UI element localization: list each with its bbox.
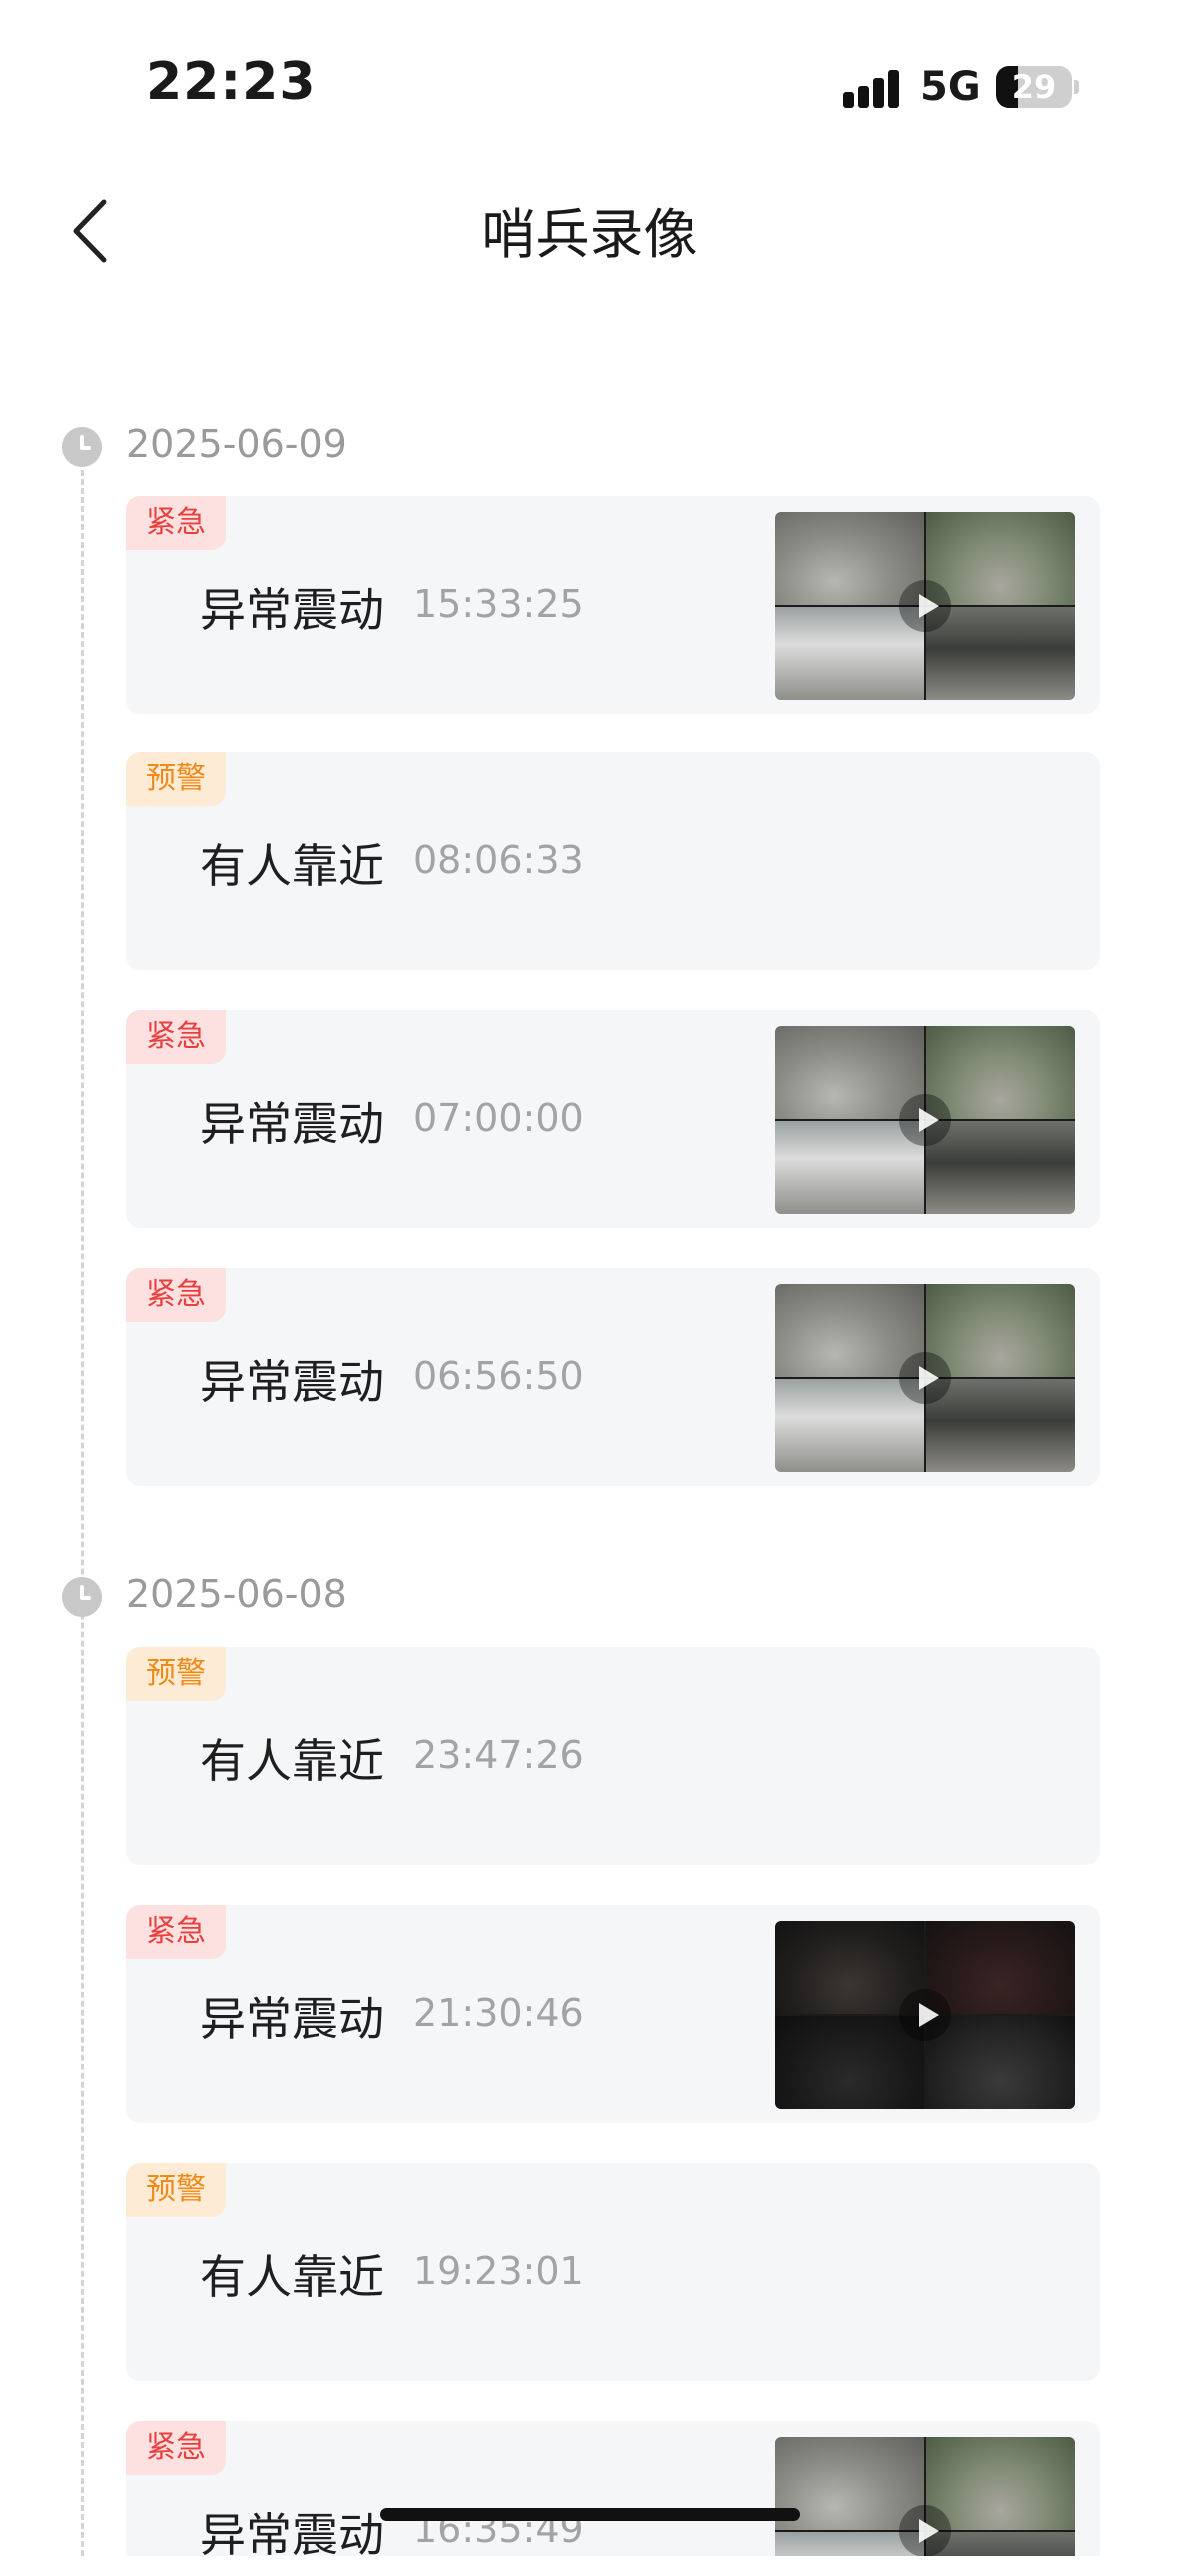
event-time: 19:23:01: [413, 2249, 584, 2293]
record-card[interactable]: 紧急 异常震动 15:33:25: [126, 496, 1100, 714]
home-indicator[interactable]: [380, 2508, 800, 2521]
urgent-tag: 紧急: [126, 1905, 226, 1959]
video-thumbnail[interactable]: [775, 1284, 1075, 1472]
record-card[interactable]: 预警 有人靠近 23:47:26: [126, 1647, 1100, 1865]
status-time: 22:23: [146, 52, 317, 112]
video-thumbnail[interactable]: [775, 2437, 1075, 2556]
clock-icon: [62, 427, 102, 467]
urgent-tag: 紧急: [126, 1268, 226, 1322]
timeline-line: [81, 470, 84, 2556]
record-card[interactable]: 紧急 异常震动 06:56:50: [126, 1268, 1100, 1486]
play-icon: [899, 1352, 951, 1404]
play-icon: [899, 580, 951, 632]
event-time: 06:56:50: [413, 1354, 584, 1398]
event-type: 异常震动: [200, 1992, 384, 2046]
event-time: 15:33:25: [413, 582, 584, 626]
event-type: 有人靠近: [200, 839, 384, 893]
event-type: 异常震动: [200, 2508, 384, 2562]
event-type: 异常震动: [200, 1097, 384, 1151]
group-date: 2025-06-09: [126, 422, 347, 466]
play-icon: [899, 2505, 951, 2556]
group-date: 2025-06-08: [126, 1572, 347, 1616]
cellular-signal-icon: [843, 68, 903, 108]
record-card[interactable]: 紧急 异常震动 07:00:00: [126, 1010, 1100, 1228]
battery-icon: 29: [996, 66, 1072, 108]
event-time: 23:47:26: [413, 1733, 584, 1777]
urgent-tag: 紧急: [126, 2421, 226, 2475]
warning-tag: 预警: [126, 752, 226, 806]
event-type: 有人靠近: [200, 2250, 384, 2304]
warning-tag: 预警: [126, 1647, 226, 1701]
page-title: 哨兵录像: [481, 203, 698, 266]
event-type: 异常震动: [200, 583, 384, 637]
event-time: 08:06:33: [413, 838, 584, 882]
record-card[interactable]: 紧急 异常震动 21:30:46: [126, 1905, 1100, 2123]
play-icon: [899, 1989, 951, 2041]
urgent-tag: 紧急: [126, 496, 226, 550]
urgent-tag: 紧急: [126, 1010, 226, 1064]
play-icon: [899, 1094, 951, 1146]
event-time: 07:00:00: [413, 1096, 584, 1140]
record-card[interactable]: 预警 有人靠近 08:06:33: [126, 752, 1100, 970]
battery-cap: [1074, 80, 1079, 94]
video-thumbnail[interactable]: [775, 1026, 1075, 1214]
video-thumbnail[interactable]: [775, 512, 1075, 700]
event-type: 异常震动: [200, 1355, 384, 1409]
network-type: 5G: [920, 64, 981, 110]
record-card[interactable]: 预警 有人靠近 19:23:01: [126, 2163, 1100, 2381]
record-card[interactable]: 紧急 异常震动 16:35:49: [126, 2421, 1100, 2562]
battery-level: 29: [1011, 68, 1057, 106]
event-type: 有人靠近: [200, 1734, 384, 1788]
video-thumbnail[interactable]: [775, 1921, 1075, 2109]
warning-tag: 预警: [126, 2163, 226, 2217]
event-time: 21:30:46: [413, 1991, 584, 2035]
clock-icon: [62, 1577, 102, 1617]
